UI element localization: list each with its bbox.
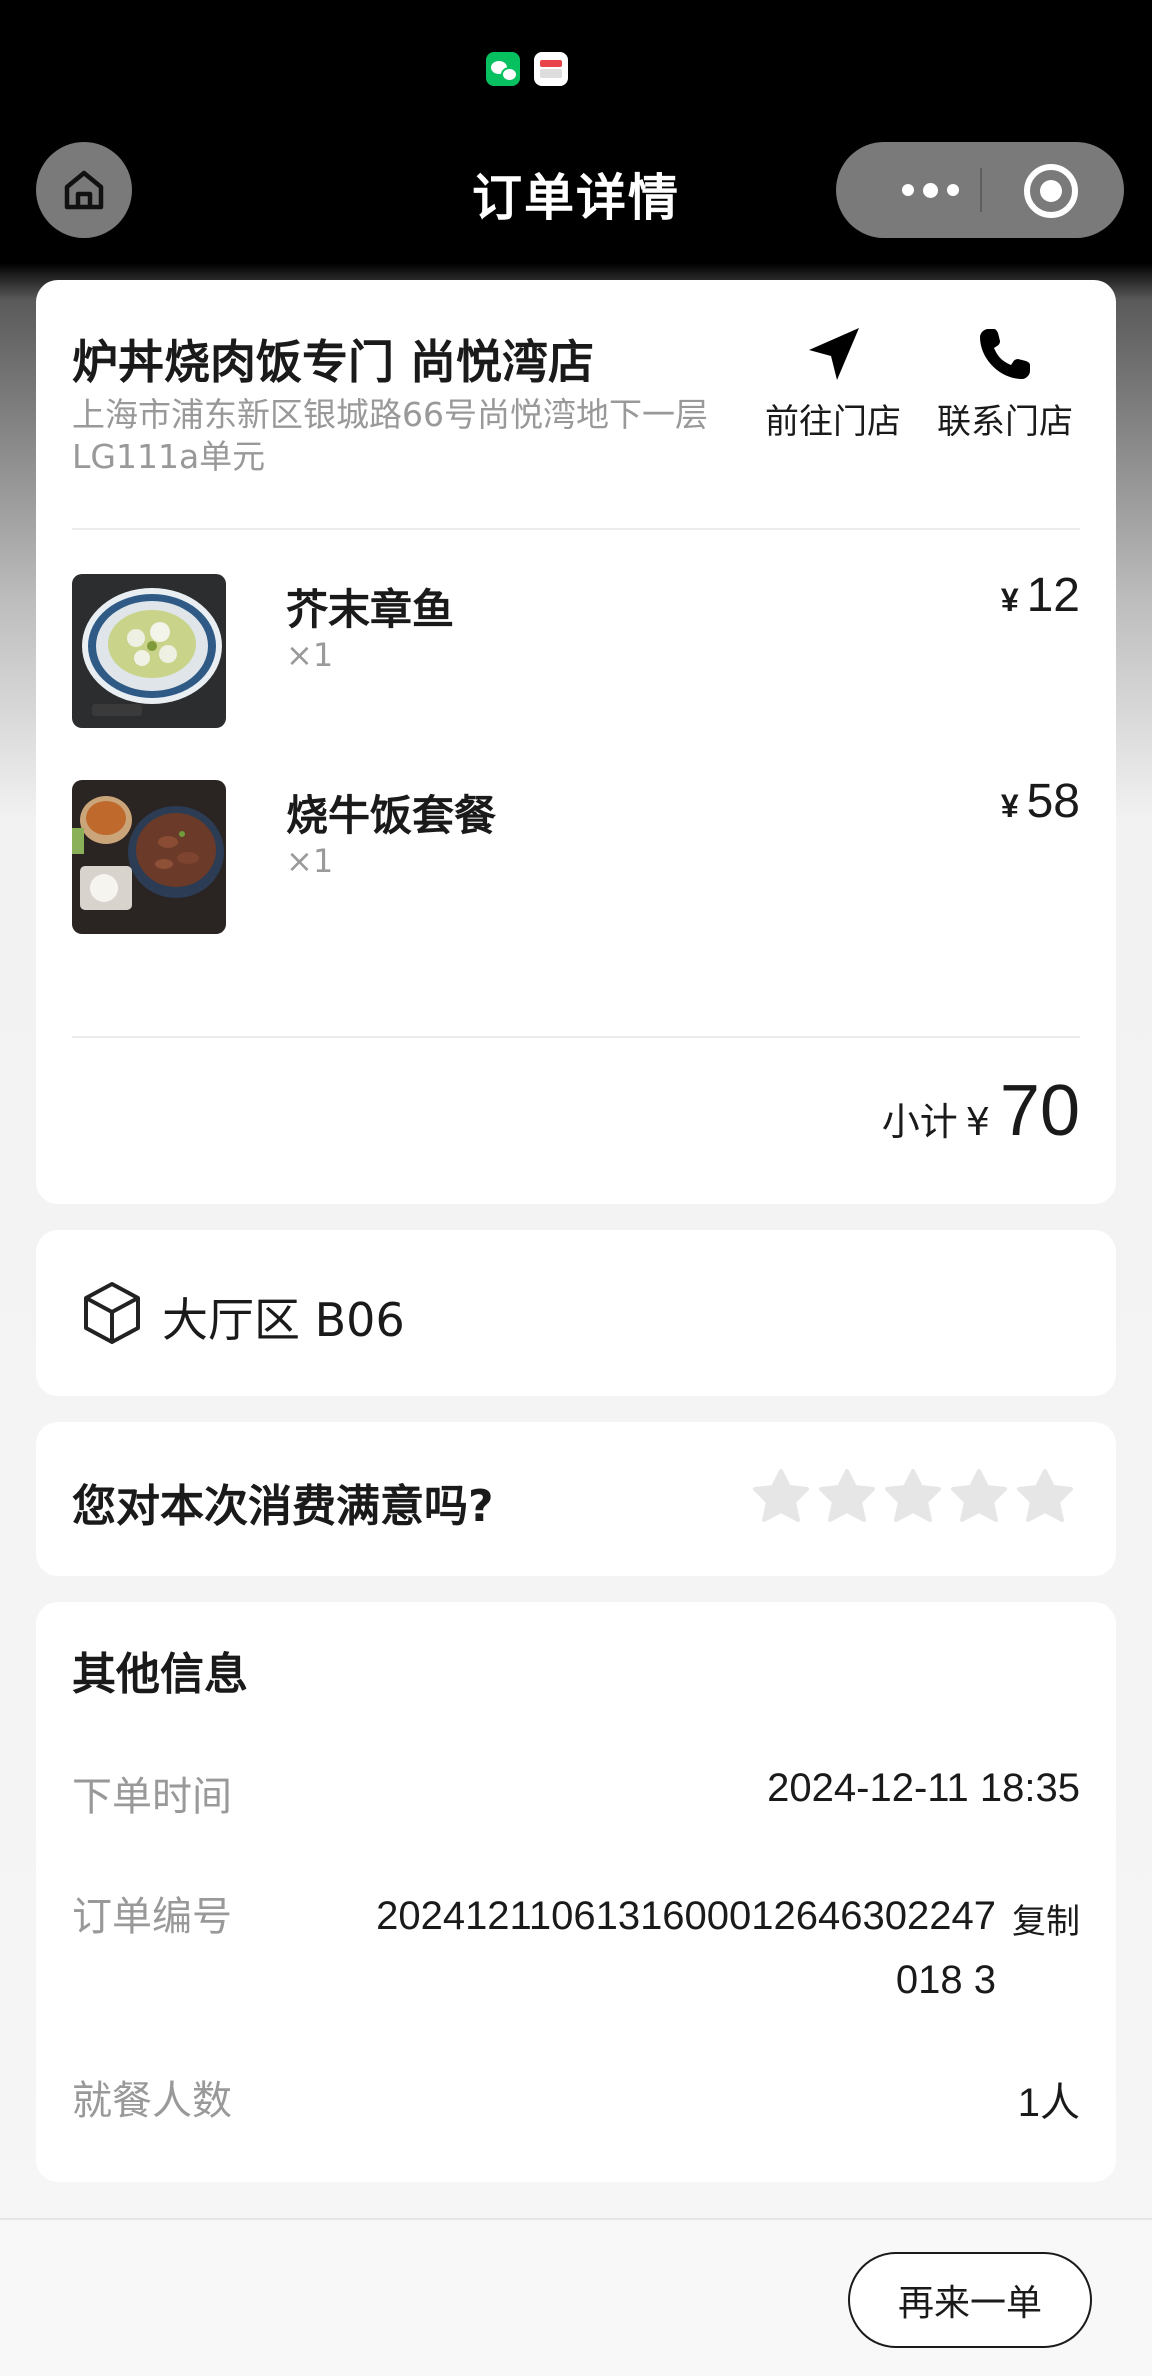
diners-label: 就餐人数 xyxy=(72,2078,232,2124)
contact-store-button[interactable]: 联系门店 xyxy=(930,324,1080,443)
divider xyxy=(72,1036,1080,1038)
star-icon[interactable] xyxy=(818,1468,876,1526)
store-name: 炉丼烧肉饭专门 尚悦湾店 xyxy=(72,335,595,389)
order-time-label: 下单时间 xyxy=(72,1774,232,1820)
mini-program-capsule xyxy=(836,142,1124,238)
currency-symbol: ¥ xyxy=(1000,582,1019,618)
star-rating[interactable] xyxy=(752,1468,1074,1526)
subtotal-label: 小计 xyxy=(881,1100,958,1144)
order-number-label: 订单编号 xyxy=(72,1894,232,1940)
subtotal-amount: 70 xyxy=(999,1071,1080,1151)
close-mini-program-button[interactable] xyxy=(1024,164,1078,218)
currency-symbol: ¥ xyxy=(965,1100,990,1144)
beef-rice-set-photo xyxy=(72,780,226,934)
order-number-value: 2024121106131600012646302247018 3 xyxy=(376,1894,996,2002)
order-time-value: 2024-12-11 18:35 xyxy=(767,1766,1080,1810)
item-price: ¥12 xyxy=(1001,568,1080,623)
item-price-value: 58 xyxy=(1026,775,1080,828)
item-price: ¥58 xyxy=(1001,774,1080,829)
order-items-card: 炉丼烧肉饭专门 尚悦湾店 上海市浦东新区银城路66号尚悦湾地下一层LG111a单… xyxy=(36,280,1116,1204)
table-info-card: 大厅区 B06 xyxy=(36,1230,1116,1396)
star-icon[interactable] xyxy=(950,1468,1008,1526)
item-price-value: 12 xyxy=(1026,569,1080,622)
item-quantity: ×1 xyxy=(286,636,334,674)
star-icon[interactable] xyxy=(884,1468,942,1526)
diners-value: 1人 xyxy=(1017,2081,1080,2125)
rating-question: 您对本次消费满意吗? xyxy=(72,1481,494,1532)
go-to-store-button[interactable]: 前往门店 xyxy=(758,324,908,443)
copy-button[interactable]: 复制 xyxy=(1012,1894,1080,1943)
rating-card: 您对本次消费满意吗? xyxy=(36,1422,1116,1576)
star-icon[interactable] xyxy=(752,1468,810,1526)
bottom-action-bar: 再来一单 xyxy=(0,2218,1152,2376)
phone-icon xyxy=(980,329,1030,379)
reorder-button[interactable]: 再来一单 xyxy=(848,2252,1092,2348)
package-box-icon xyxy=(80,1280,144,1350)
item-name: 烧牛饭套餐 xyxy=(286,791,497,840)
section-title: 其他信息 xyxy=(72,1649,248,1700)
wasabi-octopus-photo xyxy=(72,574,226,728)
wechat-icon xyxy=(486,52,520,86)
calendar-icon xyxy=(534,52,568,86)
contact-store-label: 联系门店 xyxy=(937,402,1073,442)
order-item: 烧牛饭套餐 ×1 ¥58 xyxy=(72,775,1080,934)
star-icon[interactable] xyxy=(1016,1468,1074,1526)
status-bar xyxy=(0,0,1152,130)
more-menu-button[interactable] xyxy=(880,142,980,238)
order-detail-page: 订单详情 炉丼烧肉饭专门 尚悦湾店 上海市浦东新区银城路66号尚悦湾地下一层LG… xyxy=(0,0,1152,2376)
go-to-store-label: 前往门店 xyxy=(765,402,901,442)
order-item: 芥末章鱼 ×1 ¥12 xyxy=(72,569,1080,728)
table-label: 大厅区 B06 xyxy=(162,1293,405,1347)
navigation-bar: 订单详情 xyxy=(0,130,1152,250)
divider xyxy=(72,528,1080,530)
currency-symbol: ¥ xyxy=(1000,788,1019,824)
capsule-divider xyxy=(980,168,982,212)
store-address: 上海市浦东新区银城路66号尚悦湾地下一层LG111a单元 xyxy=(72,395,708,476)
item-name: 芥末章鱼 xyxy=(286,585,455,634)
other-info-card: 其他信息 下单时间 2024-12-11 18:35 订单编号 20241211… xyxy=(36,1602,1116,2182)
item-quantity: ×1 xyxy=(286,842,334,880)
subtotal: 小计 ¥ 70 xyxy=(882,1070,1080,1152)
navigation-arrow-icon xyxy=(809,328,859,380)
